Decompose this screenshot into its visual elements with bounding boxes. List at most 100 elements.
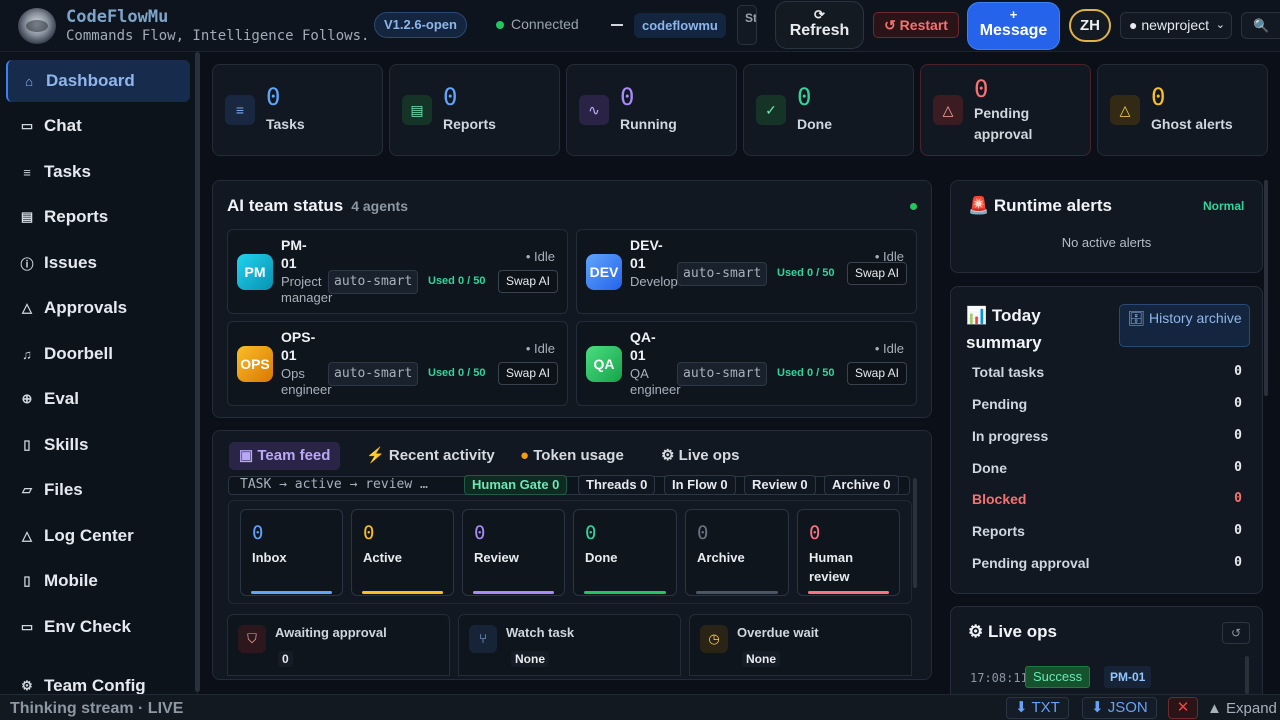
swap-ai-button[interactable]: Swap AI [846, 262, 907, 285]
tab-label: Recent activity [388, 447, 495, 464]
agent-avatar: QA [586, 346, 622, 382]
sidebar-item-issues[interactable]: ⓘ Issues [6, 242, 190, 284]
siren-icon: 🚨 [968, 196, 994, 215]
summary-row-pending-approval: Pending approval 0 [972, 555, 1242, 575]
connection-label: Connected [511, 16, 579, 32]
sidebar-item-env-check[interactable]: ▭ Env Check [6, 606, 190, 648]
sidebar-item-eval[interactable]: ⊕ Eval [6, 378, 190, 420]
agent-model: auto-smart [677, 362, 768, 386]
board-done[interactable]: 0 Done [573, 509, 677, 596]
swap-ai-button[interactable]: Swap AI [846, 362, 907, 385]
summary-value: 0 [1234, 364, 1242, 379]
stat-value: 0 [620, 83, 635, 111]
sidebar-item-approvals[interactable]: △ Approvals [6, 287, 190, 329]
message-button[interactable]: + Message [967, 2, 1060, 50]
board-inbox[interactable]: 0 Inbox [240, 509, 343, 596]
stat-card-ghost-alerts[interactable]: △ 0 Ghost alerts [1097, 64, 1268, 156]
stat-value: 0 [797, 83, 812, 111]
agent-card-pm[interactable]: PM PM-01 Project manager • Idle auto-sma… [227, 229, 568, 314]
board-label: Inbox [252, 550, 287, 565]
sidebar-item-tasks[interactable]: ≡ Tasks [6, 151, 190, 193]
summary-value: 0 [1234, 491, 1242, 506]
refresh-icon: ⟳ [814, 7, 825, 22]
live-ops-scrollbar[interactable] [1245, 656, 1249, 694]
stat-label: Done [797, 116, 832, 132]
right-scrollbar[interactable] [1264, 180, 1268, 396]
sidebar-scrollbar[interactable] [195, 52, 200, 692]
stat-card-done[interactable]: ✓ 0 Done [743, 64, 914, 156]
download-txt-button[interactable]: ⬇ TXT [1006, 697, 1069, 719]
board-active[interactable]: 0 Active [351, 509, 454, 596]
watch-awaiting-approval[interactable]: ⛉ Awaiting approval 0 [227, 614, 450, 676]
chip-human-gate[interactable]: Human Gate 0 [464, 475, 568, 495]
refresh-button[interactable]: ⟳ Refresh [775, 1, 864, 49]
version-badge: V1.2.6-open [374, 12, 467, 38]
board-human-review[interactable]: 0 Human review [797, 509, 900, 596]
sidebar-item-chat[interactable]: ▭ Chat [6, 105, 190, 147]
sidebar-item-log-center[interactable]: △ Log Center [6, 515, 190, 557]
download-json-button[interactable]: ⬇ JSON [1082, 697, 1157, 719]
warning-icon: △ [22, 528, 32, 543]
agent-card-qa[interactable]: QA QA-01 QA engineer • Idle auto-smart U… [576, 321, 917, 406]
divider [611, 24, 623, 26]
tab-live-ops[interactable]: ⚙ Live ops [651, 442, 749, 470]
board-label: Archive [697, 550, 745, 565]
watch-task[interactable]: ⑂ Watch task None [458, 614, 681, 676]
stat-card-reports[interactable]: ▤ 0 Reports [389, 64, 560, 156]
stat-label: Tasks [266, 116, 305, 132]
sidebar-item-doorbell[interactable]: ♫ Doorbell [6, 333, 190, 375]
stability-toggle[interactable]: Stab [737, 5, 757, 45]
user-badge[interactable]: codeflowmu [634, 13, 726, 38]
board-label: Done [585, 550, 618, 565]
agent-avatar: OPS [237, 346, 273, 382]
agent-card-ops[interactable]: OPS OPS-01 Ops engineer • Idle auto-smar… [227, 321, 568, 406]
watch-value: None [511, 651, 549, 667]
sidebar-item-files[interactable]: ▱ Files [6, 469, 190, 511]
close-icon[interactable]: ✕ [1168, 697, 1198, 719]
stat-card-running[interactable]: ∿ 0 Running [566, 64, 737, 156]
warning-icon: △ [22, 300, 32, 315]
tab-recent-activity[interactable]: ⚡ Recent activity [356, 442, 505, 470]
runtime-alerts-panel [950, 180, 1263, 273]
stat-label: Pending approval [974, 105, 1033, 142]
bell-icon: ♫ [22, 346, 32, 362]
history-archive-button[interactable]: 🗄 History archive [1119, 304, 1250, 347]
agent-card-dev[interactable]: DEV DEV-01 Developer • Idle auto-smart U… [576, 229, 917, 314]
chip-threads[interactable]: Threads 0 [578, 475, 656, 495]
archive-icon: 🗄 [1127, 310, 1150, 326]
board-archive[interactable]: 0 Archive [685, 509, 789, 596]
live-dot-icon [910, 203, 917, 210]
brand-name: CodeFlowMu [66, 7, 169, 27]
chip-review[interactable]: Review 0 [744, 475, 816, 495]
agent-role: Project manager [281, 274, 333, 305]
stat-label: Ghost alerts [1151, 116, 1233, 132]
clipboard-icon: ▣ [239, 447, 258, 464]
refresh-icon[interactable]: ↺ [1222, 622, 1250, 644]
sidebar-item-label: Log Center [44, 526, 134, 545]
document-icon: ▤ [20, 209, 34, 224]
chip-in-flow[interactable]: In Flow 0 [664, 475, 736, 495]
sidebar-item-skills[interactable]: ▯ Skills [6, 424, 190, 466]
sidebar-item-mobile[interactable]: ▯ Mobile [6, 560, 190, 602]
search-button[interactable]: 🔍 [1241, 12, 1280, 39]
tab-team-feed[interactable]: ▣ Team feed [229, 442, 341, 470]
feed-scrollbar[interactable] [913, 478, 917, 588]
chip-archive[interactable]: Archive 0 [824, 475, 899, 495]
swap-ai-button[interactable]: Swap AI [497, 362, 558, 385]
restart-button[interactable]: ↺ Restart [873, 12, 959, 38]
swap-ai-button[interactable]: Swap AI [497, 270, 558, 293]
stat-card-tasks[interactable]: ≡ 0 Tasks [212, 64, 383, 156]
language-toggle[interactable]: ZH [1069, 9, 1111, 42]
list-icon: ≡ [23, 164, 31, 180]
agent-count: 4 agents [351, 198, 409, 214]
summary-value: 0 [1234, 523, 1242, 538]
expand-button[interactable]: ▲ Expand [1207, 700, 1277, 717]
tab-token-usage[interactable]: ● Token usage [510, 442, 634, 470]
sidebar-item-reports[interactable]: ▤ Reports [6, 196, 190, 238]
board-review[interactable]: 0 Review [462, 509, 565, 596]
sidebar-item-dashboard[interactable]: ⌂ Dashboard [6, 60, 190, 102]
list-icon: ≡ [225, 95, 255, 125]
watch-overdue-wait[interactable]: ◷ Overdue wait None [689, 614, 912, 676]
stat-card-pending-approval[interactable]: △ 0 Pending approval [920, 64, 1091, 156]
project-select[interactable]: ● newproject ⌄ [1120, 12, 1232, 39]
